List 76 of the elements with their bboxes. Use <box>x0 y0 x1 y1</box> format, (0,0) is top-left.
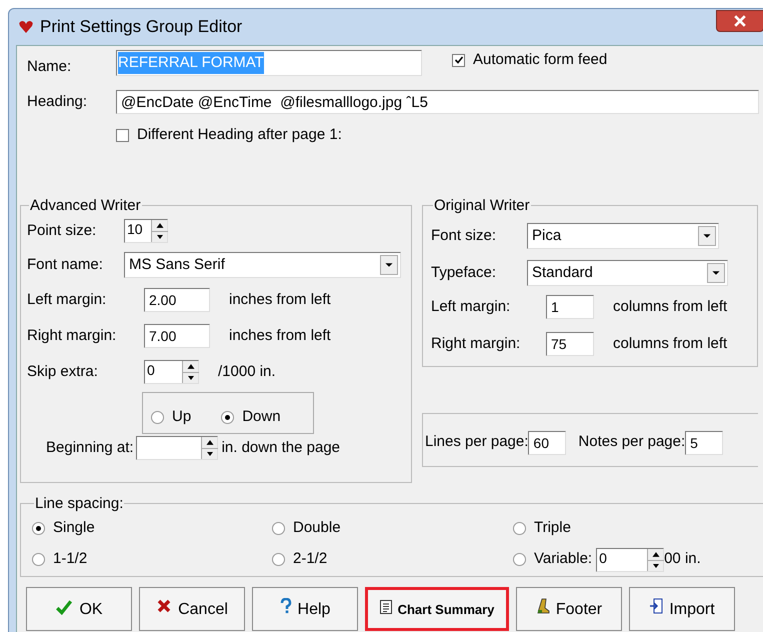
field-label: columns from left <box>613 296 728 317</box>
notes-per-page-field[interactable]: 5 <box>685 430 724 454</box>
field-label: Skip extra: <box>27 362 99 382</box>
document-icon <box>380 600 392 614</box>
close-icon <box>734 15 746 27</box>
field-label: Notes per page: <box>578 432 686 452</box>
group-title: Advanced Writer <box>29 196 142 216</box>
heading-field[interactable]: @EncDate @EncTime @filesmalllogo.jpg ˆL5 <box>116 90 759 114</box>
field-label: Font name: <box>27 254 104 275</box>
radio-button[interactable] <box>513 522 526 535</box>
spin-down-icon[interactable] <box>648 560 664 570</box>
field-label: Beginning at: <box>46 438 134 458</box>
import-icon <box>649 598 664 614</box>
radio-button[interactable] <box>272 522 285 535</box>
field-label: Lines per page: <box>425 432 528 452</box>
dialog-button[interactable]: Footer <box>516 586 622 630</box>
field-label: columns from left <box>613 334 728 354</box>
radio-button[interactable] <box>151 410 164 424</box>
field-label: Variable: <box>534 549 592 570</box>
radio-button[interactable] <box>32 522 45 535</box>
group-title: Original Writer <box>433 196 531 216</box>
field-label: 00 in. <box>664 549 701 570</box>
skip-extra-field[interactable]: 0 <box>144 360 199 384</box>
group-title: Line spacing: <box>34 494 124 514</box>
dialog-button[interactable]: Cancel <box>139 586 245 630</box>
field-label: Right margin: <box>27 326 118 346</box>
field-label: 1-1/2 <box>53 549 88 570</box>
field-label: Typeface: <box>431 262 498 283</box>
checkbox[interactable] <box>116 128 129 142</box>
field-label: 2-1/2 <box>293 549 328 570</box>
radio-button[interactable] <box>513 553 526 566</box>
dialog-button[interactable]: Help <box>252 586 358 630</box>
field-label: Triple <box>534 518 571 538</box>
window-title: Print Settings Group Editor <box>40 16 242 38</box>
field-label: Down <box>242 406 281 427</box>
field-label: Automatic form feed <box>473 50 608 70</box>
checkmark-icon <box>55 598 74 616</box>
dialog-button[interactable]: Import <box>629 586 735 630</box>
app-icon <box>18 19 34 35</box>
right-margin-field[interactable]: 75 <box>546 332 594 356</box>
field-label: inches from left <box>229 326 331 346</box>
lines-per-page-field[interactable]: 60 <box>528 430 566 454</box>
close-button[interactable] <box>716 10 763 32</box>
field-label: /1000 in. <box>218 362 276 382</box>
question-icon <box>280 598 292 614</box>
field-label: Font size: <box>431 226 498 246</box>
right-margin-field[interactable]: 7.00 <box>144 324 210 348</box>
field-label: Heading: <box>26 92 88 112</box>
dialog-button[interactable]: Chart Summary <box>365 586 509 630</box>
field-label: Double <box>293 518 341 538</box>
boot-icon <box>536 598 550 614</box>
radio-button[interactable] <box>272 553 285 566</box>
field-label: Name: <box>26 56 72 77</box>
field-label: in. down the page <box>222 438 340 458</box>
cross-icon <box>156 598 172 614</box>
dropdown[interactable]: Standard <box>527 260 728 286</box>
radio-button[interactable] <box>32 553 45 566</box>
field-label: Up <box>172 406 192 427</box>
left-margin-field[interactable]: 2.00 <box>144 288 210 312</box>
dialog-button[interactable]: OK <box>26 586 132 630</box>
dropdown[interactable]: MS Sans Serif <box>124 252 401 278</box>
radio-button[interactable] <box>221 410 234 424</box>
variable-spacing-field[interactable]: 0 <box>596 548 664 572</box>
field-label: Different Heading after page 1: <box>137 125 342 145</box>
name-value: REFERRAL FORMAT <box>118 52 264 74</box>
point-size-field[interactable]: 10 <box>124 219 168 243</box>
field-label: Left margin: <box>431 296 512 317</box>
dropdown[interactable]: Pica <box>527 223 719 249</box>
beginning-at-field[interactable] <box>136 436 218 460</box>
field-label: Right margin: <box>431 334 522 354</box>
checkbox[interactable] <box>452 54 465 66</box>
field-label: Point size: <box>27 220 98 241</box>
field-label: Left margin: <box>27 290 108 310</box>
left-margin-field[interactable]: 1 <box>546 295 594 319</box>
field-label: inches from left <box>229 290 331 310</box>
field-label: Single <box>53 518 95 538</box>
